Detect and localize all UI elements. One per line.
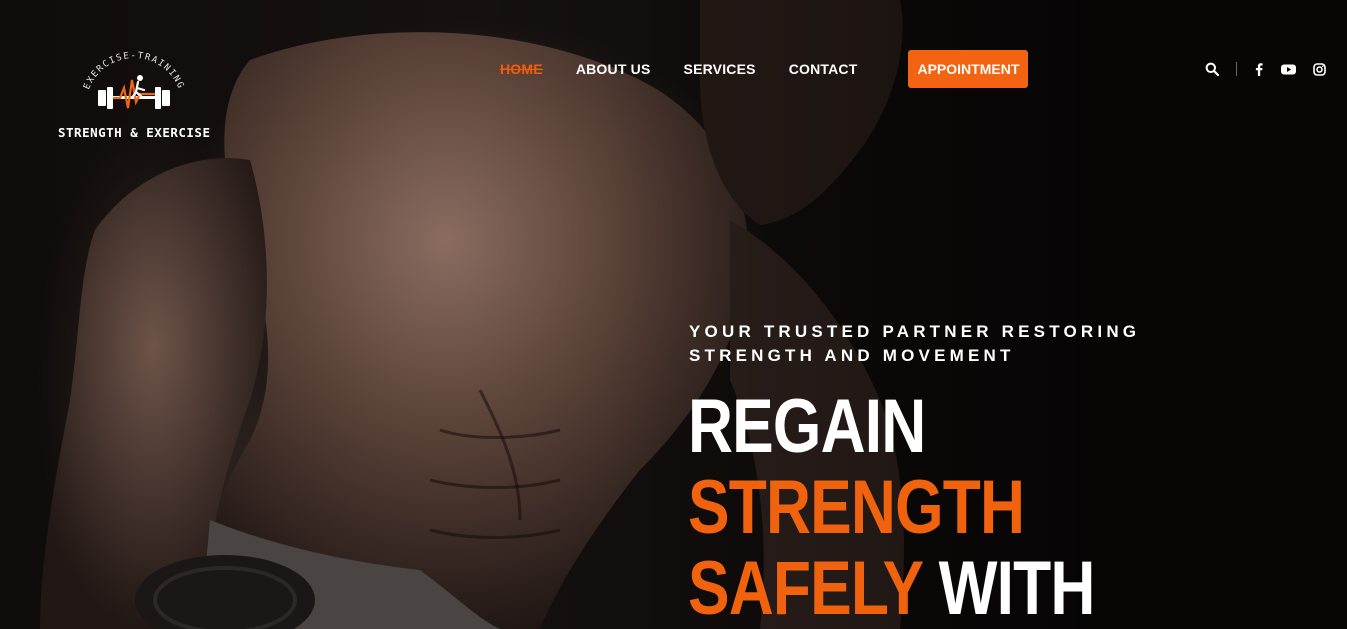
main-navigation: HOME ABOUT US SERVICES CONTACT APPOINTME… [500,50,1029,88]
nav-item-about-us[interactable]: ABOUT US [576,61,651,77]
instagram-icon[interactable] [1311,61,1327,77]
nav-item-home[interactable]: HOME [500,61,543,77]
headline-line-1: REGAIN [688,384,926,469]
logo-name: STRENGTH & EXERCISE [58,125,211,140]
logo-emblem-icon: EXERCISE-TRAINING [82,51,184,109]
hero-section: EXERCISE-TRAINING STRENGTH & EXERCISE HO… [0,0,1347,629]
nav-item-contact[interactable]: CONTACT [789,61,858,77]
search-icon[interactable] [1204,61,1220,77]
headline-line-3-accent: SAFELY [688,546,923,629]
hero-tagline: YOUR TRUSTED PARTNER RESTORING STRENGTH … [689,320,1209,368]
hero-headline: REGAIN STRENGTH SAFELY WITH [688,386,1095,629]
hero-tagline-line-2: STRENGTH AND MOVEMENT [689,346,1015,365]
header-icons [1204,58,1327,80]
youtube-icon[interactable] [1280,61,1296,77]
header-divider [1236,62,1237,76]
site-logo[interactable]: EXERCISE-TRAINING STRENGTH & EXERCISE [58,50,210,142]
headline-line-2: STRENGTH [688,465,1025,550]
headline-line-3-rest: WITH [938,546,1096,629]
appointment-button[interactable]: APPOINTMENT [908,50,1029,88]
nav-item-services[interactable]: SERVICES [684,61,756,77]
hero-tagline-line-1: YOUR TRUSTED PARTNER RESTORING [689,322,1141,341]
facebook-icon[interactable] [1251,61,1267,77]
headline-line-3: SAFELY WITH [688,548,1095,629]
